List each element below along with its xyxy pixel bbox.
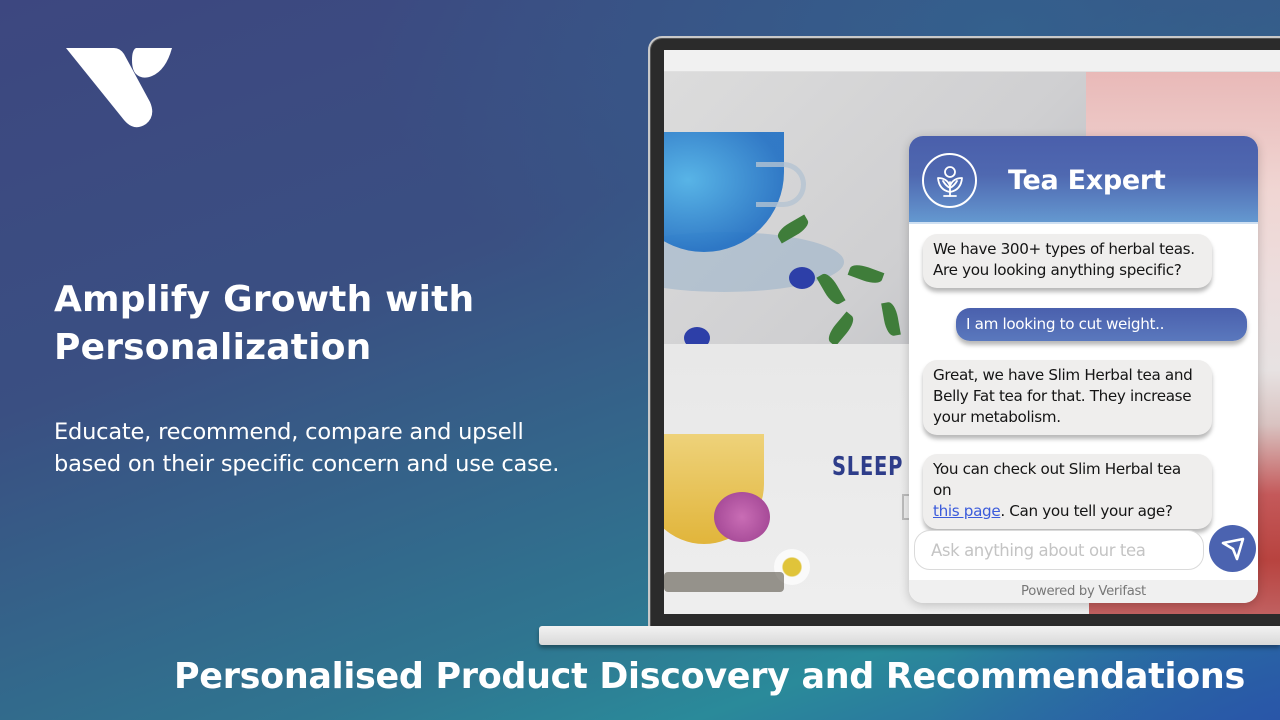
chat-widget: Tea Expert We have 300+ types of herbal … — [909, 136, 1258, 603]
powered-by-label: Powered by Verifast — [909, 580, 1258, 603]
chat-message-input[interactable] — [914, 530, 1204, 570]
message-text: I am looking to cut weight.. — [966, 315, 1165, 333]
message-text: Great, we have Slim Herbal tea and — [933, 366, 1193, 384]
sleep-banner-text: SLEEP — [832, 452, 904, 482]
message-text: Are you looking anything specific? — [933, 261, 1182, 279]
butterfly-pea-flower — [789, 267, 815, 289]
leaf-shape — [881, 301, 901, 337]
subtext-line-2: based on their specific concern and use … — [54, 451, 560, 477]
website-topbar — [664, 50, 1280, 72]
leaf-shape — [816, 270, 846, 308]
message-text: your metabolism. — [933, 408, 1061, 426]
cup-handle — [756, 162, 806, 207]
bot-message: You can check out Slim Herbal tea on thi… — [923, 454, 1212, 529]
chat-header: Tea Expert — [909, 136, 1258, 224]
footer-title: Personalised Product Discovery and Recom… — [174, 656, 1245, 697]
message-text: We have 300+ types of herbal teas. — [933, 240, 1195, 258]
headline: Amplify Growth with Personalization — [54, 276, 614, 372]
headline-line-2: Personalization — [54, 327, 372, 368]
leaf-shape — [824, 311, 858, 344]
clover-flower — [714, 492, 770, 542]
tea-leaf-icon — [936, 165, 963, 197]
send-button[interactable] — [1209, 525, 1256, 572]
send-icon — [1221, 537, 1244, 560]
bot-message: Great, we have Slim Herbal tea and Belly… — [923, 360, 1212, 435]
headline-line-1: Amplify Growth with — [54, 279, 475, 320]
laptop-base — [539, 626, 1280, 645]
message-text-line: this page. Can you tell your age? — [933, 501, 1202, 522]
product-page-link[interactable]: this page — [933, 502, 1001, 520]
message-text: . Can you tell your age? — [1000, 502, 1173, 520]
chat-title: Tea Expert — [1008, 165, 1166, 196]
bot-message: We have 300+ types of herbal teas. Are y… — [923, 234, 1212, 288]
user-message: I am looking to cut weight.. — [956, 308, 1247, 341]
message-text: You can check out Slim Herbal tea on — [933, 460, 1181, 499]
subtext: Educate, recommend, compare and upsell b… — [54, 416, 634, 480]
verifast-logo-icon — [66, 48, 172, 128]
message-text: Belly Fat tea for that. They increase — [933, 387, 1192, 405]
leaf-shape — [847, 261, 885, 287]
loose-herbs — [664, 572, 784, 592]
subtext-line-1: Educate, recommend, compare and upsell — [54, 419, 524, 445]
chat-avatar — [922, 153, 977, 208]
butterfly-pea-flower — [684, 327, 710, 344]
